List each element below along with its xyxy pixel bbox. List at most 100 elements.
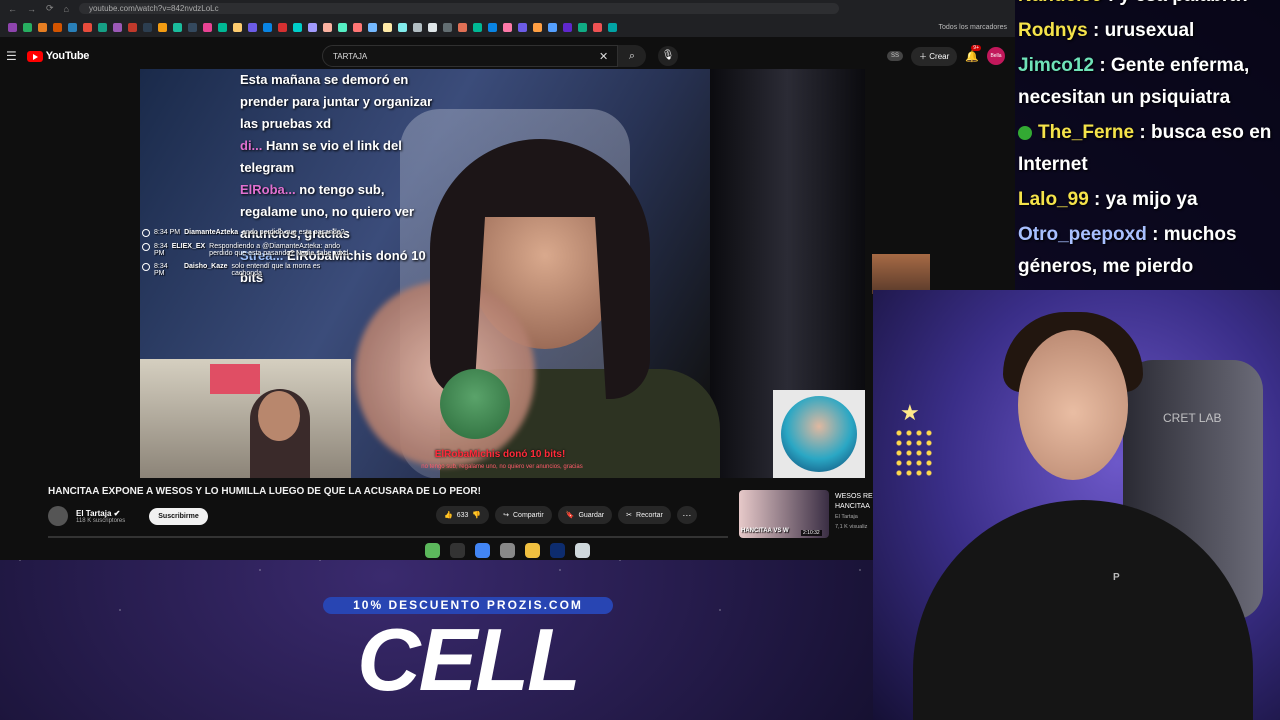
bookmark-icon[interactable] xyxy=(368,22,377,32)
bookmark-icon[interactable] xyxy=(383,22,392,32)
back-icon[interactable]: ← xyxy=(8,4,17,14)
notifications-icon[interactable]: 🔔 9+ xyxy=(965,44,981,63)
clip-button[interactable]: ✂ Recortar xyxy=(618,506,671,524)
chat-message: solo entendí que la morra es cachonda xyxy=(231,263,321,277)
bookmark-icon[interactable] xyxy=(218,22,227,32)
bookmark-icon[interactable] xyxy=(188,22,197,32)
video-player[interactable]: Esta mañana se demoró en prender para ju… xyxy=(140,69,865,478)
bookmark-icon[interactable] xyxy=(398,22,407,32)
bookmark-icon[interactable] xyxy=(278,22,287,32)
bookmark-icon[interactable] xyxy=(68,22,77,32)
taskbar-app-icon[interactable] xyxy=(500,542,515,558)
bookmark-icon[interactable] xyxy=(353,22,362,32)
bookmark-icon[interactable] xyxy=(563,22,572,32)
bookmark-icon[interactable] xyxy=(473,22,482,32)
microphone-icon[interactable]: 🎙 xyxy=(658,46,678,66)
taskbar-app-icon[interactable] xyxy=(550,542,565,558)
account-avatar[interactable]: Bella xyxy=(987,47,1005,65)
forward-icon[interactable]: → xyxy=(27,4,36,14)
christmas-tree: ★ xyxy=(888,400,938,480)
search-input[interactable]: TARTAJA xyxy=(322,45,618,67)
small-chat-row: 8:34 PM DiamanteAzteka ando perdido que es… xyxy=(142,229,352,237)
bookmark-icon[interactable] xyxy=(518,22,527,32)
bookmark-icon[interactable] xyxy=(548,22,557,32)
url-field[interactable]: youtube.com/watch?v=842nvdzLoLc xyxy=(78,3,839,14)
bookmark-icon[interactable] xyxy=(8,22,17,32)
bookmark-icon[interactable] xyxy=(443,22,452,32)
recommended-video[interactable]: HANCITAA VS W 2:10:32 WESOS RES HANCITAA… xyxy=(739,488,879,538)
verified-icon: ✔ xyxy=(113,508,121,518)
home-icon[interactable]: ⌂ xyxy=(64,4,69,14)
browser-window: ← → ⟳ ⌂ youtube.com/watch?v=842nvdzLoLc … xyxy=(0,0,1015,560)
reload-icon[interactable]: ⟳ xyxy=(46,3,54,14)
bookmark-icon[interactable] xyxy=(488,22,497,32)
taskbar-app-icon[interactable] xyxy=(425,542,440,558)
bits-alert: ElRobaMichis donó 10 bits! xyxy=(434,449,566,460)
bookmark-icon: 🔖 xyxy=(565,512,575,519)
bookmark-icon[interactable] xyxy=(263,22,272,32)
save-button[interactable]: 🔖 Guardar xyxy=(557,506,613,524)
bookmark-icon[interactable] xyxy=(608,22,617,32)
like-button[interactable]: 👍 633 👎 xyxy=(436,506,490,524)
thumbs-down-icon[interactable]: 👎 xyxy=(472,511,481,519)
small-chat-row: 8:34 PM ELIEX_EX Respondiendo a @DiamanteA… xyxy=(142,243,352,257)
subscribe-button[interactable]: Suscribirme xyxy=(149,507,208,525)
bookmark-icon[interactable] xyxy=(98,22,107,32)
bookmark-icon[interactable] xyxy=(38,22,47,32)
cast-badge[interactable]: SS xyxy=(887,51,904,61)
stream-chat-message: Jimco12 : Gente enferma, necesitan un ps… xyxy=(1018,50,1280,114)
more-actions-button[interactable]: ··· xyxy=(676,506,697,524)
bookmark-icon[interactable] xyxy=(293,22,302,32)
youtube-header: ☰ YouTube TARTAJA ✕ ⌕ 🎙 SS ＋ Crear 🔔 9+ B… xyxy=(0,43,1015,69)
webcam-circle xyxy=(773,390,865,478)
channel-avatar[interactable] xyxy=(48,506,68,526)
taskbar-app-icon[interactable] xyxy=(525,542,540,558)
bookmark-icon[interactable] xyxy=(458,22,467,32)
bookmark-icon[interactable] xyxy=(203,22,212,32)
bookmark-icon[interactable] xyxy=(578,22,587,32)
create-label: Crear xyxy=(929,51,950,61)
bookmark-icon[interactable] xyxy=(233,22,242,32)
chat-time: 8:34 PM xyxy=(154,243,168,257)
bookmark-icon[interactable] xyxy=(323,22,332,32)
chat-message: Respondiendo a @DiamanteAzteka: ando per… xyxy=(209,243,349,257)
search-button[interactable]: ⌕ xyxy=(618,45,646,67)
overlay-chat-line: Esta mañana se demoró en prender para ju… xyxy=(240,69,440,135)
taskbar-app-icon[interactable] xyxy=(475,542,490,558)
clear-search-icon[interactable]: ✕ xyxy=(599,50,608,63)
bookmark-icon[interactable] xyxy=(248,22,257,32)
bookmark-icon[interactable] xyxy=(128,22,137,32)
star-icon: ★ xyxy=(900,400,920,425)
bookmark-icon[interactable] xyxy=(158,22,167,32)
taskbar-app-icon[interactable] xyxy=(575,542,590,558)
bookmark-icon[interactable] xyxy=(338,22,347,32)
create-button[interactable]: ＋ Crear xyxy=(911,46,958,66)
bookmark-icon[interactable] xyxy=(428,22,437,32)
taskbar-app-icon[interactable] xyxy=(450,542,465,558)
bookmark-icon[interactable] xyxy=(173,22,182,32)
bookmark-icon[interactable] xyxy=(593,22,602,32)
bookmark-icon[interactable] xyxy=(503,22,512,32)
share-label: Compartir xyxy=(513,511,544,519)
bookmark-icon[interactable] xyxy=(113,22,122,32)
bookmark-icon[interactable] xyxy=(413,22,422,32)
bookmark-icon[interactable] xyxy=(53,22,62,32)
share-button[interactable]: ↪ Compartir xyxy=(495,506,552,524)
youtube-logo[interactable]: YouTube xyxy=(26,50,89,62)
bookmark-icon[interactable] xyxy=(143,22,152,32)
bookmark-icon[interactable] xyxy=(23,22,32,32)
chat-username: ELIEX_EX xyxy=(171,243,206,250)
menu-icon[interactable]: ☰ xyxy=(6,49,17,63)
channel-name[interactable]: El Tartaja ✔ xyxy=(76,509,125,518)
taskbar xyxy=(0,540,1015,560)
bookmark-icon[interactable] xyxy=(533,22,542,32)
wall-poster xyxy=(210,364,260,394)
bookmark-icon[interactable] xyxy=(308,22,317,32)
promo-code: CELL xyxy=(357,610,581,709)
bookmarks-folder[interactable]: Todos los marcadores xyxy=(939,24,1007,31)
bookmark-icon[interactable] xyxy=(83,22,92,32)
scroll-divider xyxy=(48,536,728,538)
overlay-chat-line: di... Hann se vio el link del telegram xyxy=(240,135,440,179)
user-badge-icon xyxy=(1018,125,1032,140)
chat-message: ando perdido que esta pasando? xyxy=(242,229,345,236)
